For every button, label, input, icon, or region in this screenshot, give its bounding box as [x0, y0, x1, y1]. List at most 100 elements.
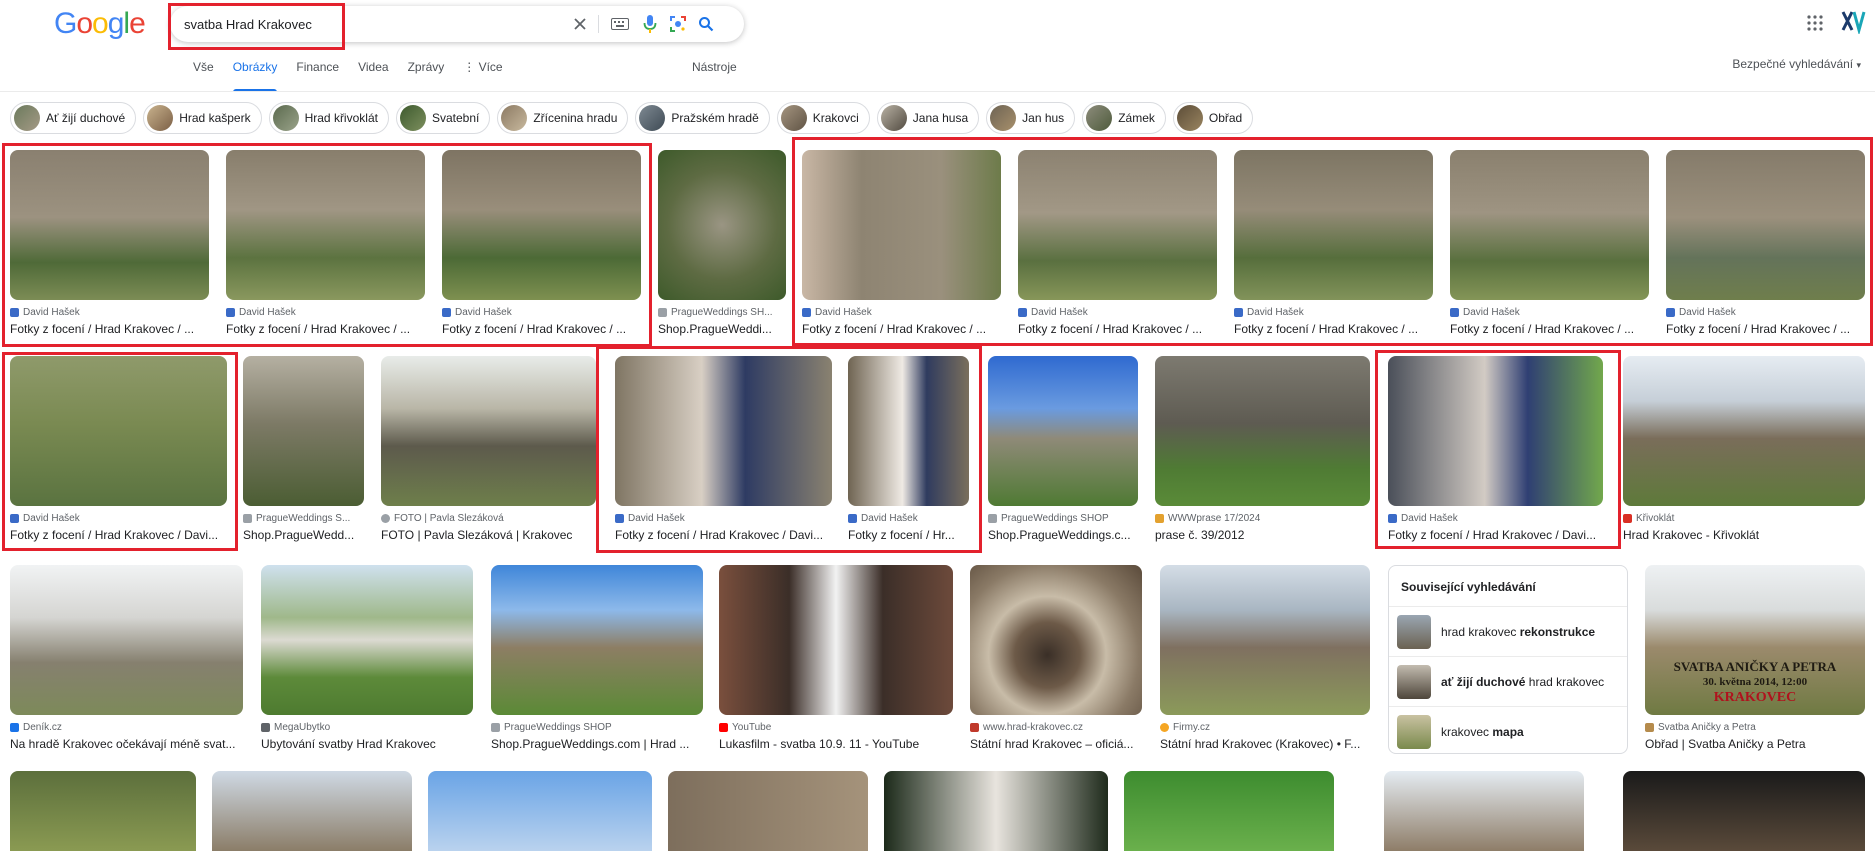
camera-lens-icon[interactable]: [668, 14, 688, 34]
image-result[interactable]: [884, 771, 1108, 851]
result-caption: Obřad | Svatba Aničky a Petra: [1645, 737, 1806, 751]
result-caption: Fotky z focení / Hrad Krakovec / ...: [1666, 322, 1851, 336]
image-result[interactable]: MegaUbytko Ubytování svatby Hrad Krakove…: [261, 565, 473, 755]
image-result[interactable]: David Hašek Fotky z focení / Hrad Krakov…: [1018, 150, 1218, 340]
related-searches-title: Související vyhledávání: [1401, 580, 1536, 594]
tab-videos[interactable]: Videa: [358, 60, 388, 92]
apps-grid-icon[interactable]: [1804, 12, 1826, 34]
result-caption: Fotky z focení / Hrad Krakovec / Davi...: [615, 528, 824, 542]
tab-more[interactable]: ⋮ Více: [463, 60, 502, 92]
result-thumbnail: [1384, 771, 1584, 851]
search-icon[interactable]: [696, 14, 716, 34]
image-result[interactable]: David Hašek Fotky z focení / Hrad Krakov…: [1388, 356, 1603, 546]
chip[interactable]: Jana husa: [876, 102, 980, 134]
result-thumbnail: [615, 356, 832, 506]
result-thumbnail: [10, 150, 209, 300]
favicon-icon: [243, 514, 252, 523]
image-result[interactable]: David Hašek Fotky z focení / Hrad Krakov…: [1666, 150, 1866, 340]
result-source: PragueWeddings SHOP: [491, 722, 703, 733]
result-source: David Hašek: [848, 513, 969, 524]
image-result[interactable]: [668, 771, 868, 851]
chip[interactable]: Pražském hradě: [635, 102, 770, 134]
result-caption: Fotky z focení / Hrad Krakovec / ...: [226, 322, 411, 336]
microphone-icon[interactable]: [640, 14, 660, 34]
result-thumbnail: [381, 356, 596, 506]
image-result[interactable]: David Hašek Fotky z focení / Hr...: [848, 356, 969, 546]
image-result[interactable]: David Hašek Fotky z focení / Hrad Krakov…: [802, 150, 1002, 340]
image-result[interactable]: David Hašek Fotky z focení / Hrad Krakov…: [226, 150, 426, 340]
result-source: David Hašek: [1388, 513, 1603, 524]
favicon-icon: [719, 723, 728, 732]
source-name: Deník.cz: [23, 722, 62, 733]
image-result[interactable]: FOTO | Pavla Slezáková FOTO | Pavla Slez…: [381, 356, 596, 546]
chip[interactable]: Jan hus: [986, 102, 1076, 134]
image-result[interactable]: SVATBA ANIČKY A PETRA 30. května 2014, 1…: [1645, 565, 1865, 755]
image-result[interactable]: www.hrad-krakovec.cz Státní hrad Krakove…: [970, 565, 1142, 755]
chip[interactable]: Obřad: [1172, 102, 1254, 134]
chip[interactable]: Krakovci: [776, 102, 870, 134]
result-thumbnail: [1388, 356, 1603, 506]
search-input[interactable]: [184, 6, 564, 42]
result-thumbnail: [1666, 150, 1865, 300]
chip[interactable]: Ať žijí duchové: [10, 102, 137, 134]
safe-search-menu[interactable]: Bezpečné vyhledávání ▾: [1732, 57, 1861, 71]
related-search-item[interactable]: krakovec mapa: [1389, 706, 1627, 753]
image-result[interactable]: PragueWeddings SHOP Shop.PragueWeddings.…: [988, 356, 1138, 546]
image-result[interactable]: David Hašek Fotky z focení / Hrad Krakov…: [442, 150, 642, 340]
image-result[interactable]: YouTube Lukasfilm - svatba 10.9. 11 - Yo…: [719, 565, 953, 755]
tab-images[interactable]: Obrázky: [232, 60, 277, 92]
image-result[interactable]: [1384, 771, 1584, 851]
favicon-icon: [1160, 723, 1169, 732]
image-result[interactable]: PragueWeddings SH... Shop.PragueWeddi...: [658, 150, 786, 340]
image-result[interactable]: David Hašek Fotky z focení / Hrad Krakov…: [1450, 150, 1650, 340]
tab-all[interactable]: Vše: [193, 60, 214, 92]
image-result[interactable]: Firmy.cz Státní hrad Krakovec (Krakovec)…: [1160, 565, 1370, 755]
keyboard-icon[interactable]: [610, 14, 630, 34]
image-result[interactable]: David Hašek Fotky z focení / Hrad Krakov…: [10, 356, 227, 546]
result-source: David Hašek: [442, 307, 641, 318]
image-result[interactable]: David Hašek Fotky z focení / Hrad Krakov…: [1234, 150, 1434, 340]
chip[interactable]: Svatební: [395, 102, 491, 134]
result-thumbnail: SVATBA ANIČKY A PETRA 30. května 2014, 1…: [1645, 565, 1865, 715]
related-search-item[interactable]: ať žijí duchové hrad krakovec: [1389, 656, 1627, 706]
chip[interactable]: Hrad křivoklát: [268, 102, 389, 134]
image-result[interactable]: PragueWeddings SHOP Shop.PragueWeddings.…: [491, 565, 703, 755]
chip[interactable]: Zámek: [1082, 102, 1166, 134]
chip-label: Hrad křivoklát: [304, 111, 378, 125]
tab-finance[interactable]: Finance: [296, 60, 339, 92]
result-source: David Hašek: [10, 513, 227, 524]
account-avatar[interactable]: [1838, 6, 1868, 36]
google-logo[interactable]: Google: [54, 7, 146, 41]
image-result[interactable]: [10, 771, 196, 851]
result-source: MegaUbytko: [261, 722, 473, 733]
tools-button[interactable]: Nástroje: [692, 60, 737, 74]
image-result[interactable]: PragueWeddings S... Shop.PragueWedd...: [243, 356, 364, 546]
image-result[interactable]: WWWprase 17/2024 prase č. 39/2012: [1155, 356, 1370, 546]
chip-thumbnail: [399, 105, 426, 131]
result-thumbnail: [1155, 356, 1370, 506]
image-result[interactable]: [212, 771, 412, 851]
image-result[interactable]: [1623, 771, 1865, 851]
image-result[interactable]: David Hašek Fotky z focení / Hrad Krakov…: [10, 150, 210, 340]
result-caption: Fotky z focení / Hrad Krakovec / ...: [1018, 322, 1203, 336]
source-name: David Hašek: [239, 307, 296, 318]
tab-news[interactable]: Zprávy: [408, 60, 445, 92]
favicon-icon: [442, 308, 451, 317]
chip[interactable]: Zřícenina hradu: [497, 102, 629, 134]
logo-letter: o: [76, 7, 93, 40]
image-result[interactable]: Křivoklát Hrad Krakovec - Křivoklát: [1623, 356, 1865, 546]
related-search-item[interactable]: hrad krakovec rekonstrukce: [1389, 606, 1627, 656]
image-result[interactable]: David Hašek Fotky z focení / Hrad Krakov…: [615, 356, 832, 546]
result-thumbnail: [658, 150, 786, 300]
chip-label: Zřícenina hradu: [533, 111, 618, 125]
related-text: ať žijí duchové hrad krakovec: [1441, 675, 1604, 689]
image-result[interactable]: Deník.cz Na hradě Krakovec očekávají mén…: [10, 565, 243, 755]
result-thumbnail: [1124, 771, 1334, 851]
clear-icon[interactable]: [570, 14, 590, 34]
source-name: PragueWeddings SHOP: [1001, 513, 1109, 524]
chip-thumbnail: [780, 105, 807, 131]
favicon-icon: [1645, 723, 1654, 732]
image-result[interactable]: [428, 771, 652, 851]
image-result[interactable]: [1124, 771, 1334, 851]
chip[interactable]: Hrad kašperk: [143, 102, 262, 134]
